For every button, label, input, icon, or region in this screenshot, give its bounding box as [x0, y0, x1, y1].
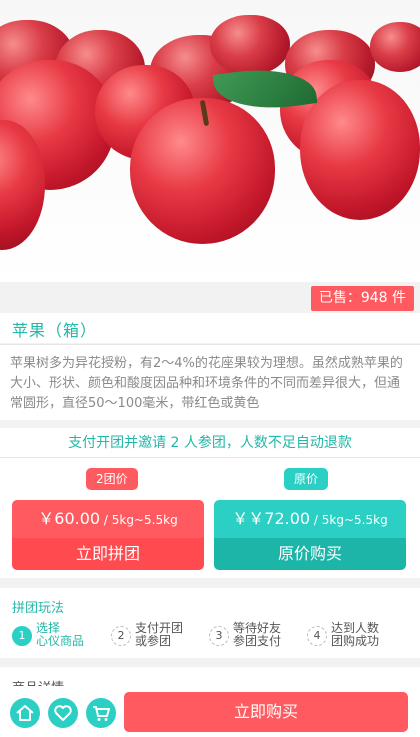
group-rules-section: 拼团玩法 1 选择 心仪商品 2 支付开团 或参团 3 等待好友 参团支付 4 达到人… [0, 588, 420, 658]
product-title: 苹果（箱） [12, 321, 98, 340]
step-number: 2 [111, 626, 131, 646]
title-section: 苹果（箱） [0, 313, 420, 343]
step-text: 支付开团 或参团 [135, 621, 184, 648]
product-description: 苹果树多为异花授粉，有2～4%的花座果较为理想。虽然成熟苹果的大小、形状、颜色和… [10, 356, 403, 411]
step-number: 4 [307, 626, 327, 646]
join-group-button[interactable]: 立即拼团 [12, 538, 204, 570]
original-price: ￥￥72.00 / 5kg~5.5kg [214, 500, 406, 538]
group-rules-title: 拼团玩法 [12, 601, 65, 616]
group-price-tag: 2团价 [86, 468, 138, 490]
group-price-spec: / 5kg~5.5kg [100, 513, 178, 527]
step-text: 达到人数 团购成功 [331, 621, 380, 648]
original-price-spec: / 5kg~5.5kg [310, 513, 388, 527]
original-price-value: ￥￥72.00 [232, 509, 311, 528]
group-buy-card[interactable]: ￥60.00 / 5kg~5.5kg 立即拼团 [12, 500, 204, 570]
description-section: 苹果树多为异花授粉，有2～4%的花座果较为理想。虽然成熟苹果的大小、形状、颜色和… [0, 344, 420, 420]
step-number: 1 [12, 626, 32, 646]
group-buy-tip: 支付开团并邀请 2 人参团，人数不足自动退款 [0, 428, 420, 458]
group-price-value: ￥60.00 [38, 509, 101, 528]
product-page: 已售：948 件 苹果（箱） 苹果树多为异花授粉，有2～4%的花座果较为理想。虽… [0, 0, 420, 737]
original-buy-button[interactable]: 原价购买 [214, 538, 406, 570]
original-buy-card[interactable]: ￥￥72.00 / 5kg~5.5kg 原价购买 [214, 500, 406, 570]
group-buy-section: 支付开团并邀请 2 人参团，人数不足自动退款 2团价 原价 ￥60.00 / 5… [0, 428, 420, 578]
home-icon[interactable] [10, 698, 40, 728]
bottom-action-bar: 立即购买 [0, 686, 420, 737]
group-price: ￥60.00 / 5kg~5.5kg [12, 500, 204, 538]
sold-count-badge: 已售：948 件 [310, 286, 414, 311]
heart-icon[interactable] [48, 698, 78, 728]
original-price-tag: 原价 [284, 468, 329, 490]
step-text: 等待好友 参团支付 [233, 621, 282, 648]
buy-now-button[interactable]: 立即购买 [124, 692, 408, 732]
step-number: 3 [209, 626, 229, 646]
cart-icon[interactable] [86, 698, 116, 728]
step-text: 选择 心仪商品 [36, 621, 85, 648]
product-image [0, 0, 420, 282]
